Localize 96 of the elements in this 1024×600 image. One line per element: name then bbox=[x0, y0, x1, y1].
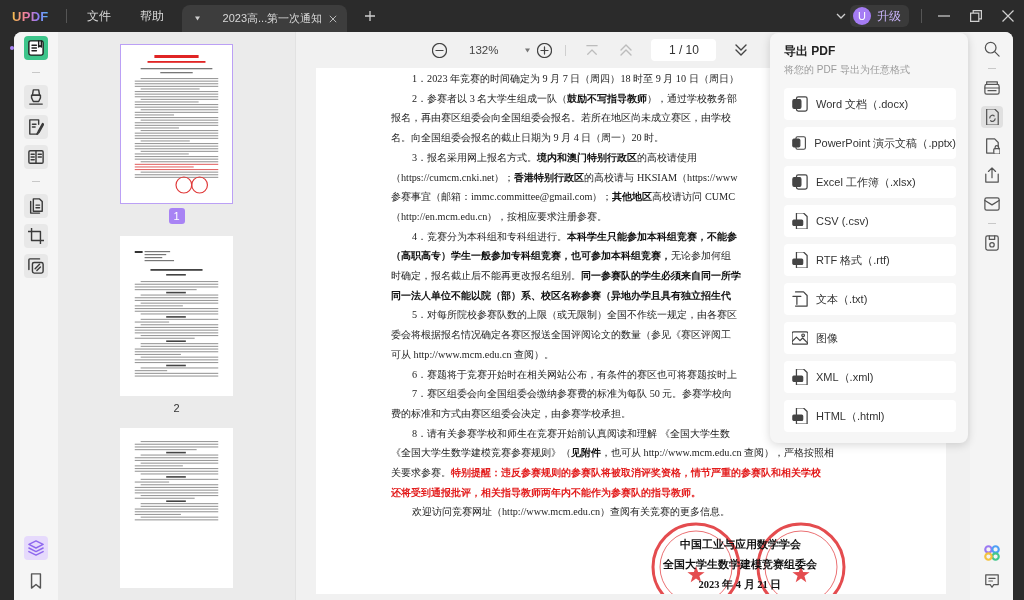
text-line: 7．赛区组委会向全国组委会缴纳参赛费的标准为每队 50 元。参赛学校向 bbox=[411, 387, 733, 402]
zoom-dropdown[interactable]: 132% bbox=[469, 40, 532, 60]
toolbar-button[interactable] bbox=[24, 254, 48, 278]
close-icon[interactable] bbox=[1002, 10, 1014, 22]
image-icon bbox=[792, 330, 808, 346]
export-format-button[interactable]: Word 文档（.docx) bbox=[784, 88, 956, 120]
first-page-icon bbox=[586, 44, 599, 56]
text-line: （http://en.mcm.edu.cn），按相应要求注册参赛。 bbox=[391, 209, 608, 224]
menu-item[interactable]: 文件 bbox=[78, 6, 119, 26]
page-lock-icon bbox=[983, 138, 1000, 154]
text-file-icon bbox=[792, 291, 808, 307]
book-icon bbox=[28, 40, 44, 56]
page-layout-icon bbox=[28, 149, 44, 165]
export-format-button[interactable]: HTML（.html) bbox=[784, 400, 956, 432]
indicator-dot-icon bbox=[10, 46, 14, 50]
zoom-out-button[interactable] bbox=[431, 42, 447, 58]
bookmark-icon bbox=[28, 573, 44, 589]
zoom-in-button[interactable] bbox=[536, 42, 553, 58]
toolbar-button[interactable] bbox=[24, 36, 48, 60]
caret-icon bbox=[193, 16, 201, 21]
avatar-circle: U bbox=[853, 7, 871, 25]
toolbar-button[interactable] bbox=[24, 85, 48, 109]
double-chevron-down-icon bbox=[735, 44, 748, 56]
text-line: 2．参赛者以 3 名大学生组成一队（鼓励不写指导教师），通过学校教务部 bbox=[411, 91, 738, 106]
text-line: 名。向全国组委会报名的截止日期为 9 月 4 日（周一）20 时。 bbox=[391, 131, 665, 146]
text-line: 同一法人单位不能以院（部）系、校区名称参赛（异地办学且具有独立招生代 bbox=[391, 288, 731, 303]
page-thumbnail[interactable] bbox=[120, 236, 233, 396]
share-icon bbox=[983, 167, 1000, 183]
document-tab[interactable]: 2023高...第一次通知 bbox=[181, 5, 347, 32]
text-line: 关要求参赛。特别提醒：违反参赛规则的参赛队将被取消评奖资格，情节严重的参赛队和相关学校 bbox=[391, 466, 821, 481]
app-document-icon bbox=[792, 96, 808, 112]
crop-icon bbox=[28, 228, 44, 244]
app-document-icon bbox=[792, 174, 808, 190]
toolbar-button[interactable] bbox=[24, 194, 48, 218]
text-line: 5．对每所院校参赛队数的上限（或无限制）全国不作统一规定，由各赛区 bbox=[411, 308, 738, 323]
panel-subtitle: 将您的 PDF 导出为任意格式 bbox=[784, 63, 911, 77]
text-line: 可从 http://www.mcm.edu.cn 查阅）。 bbox=[391, 347, 555, 362]
page-stack-icon bbox=[28, 198, 44, 214]
double-chevron-up-icon bbox=[620, 44, 633, 56]
page-convert-icon bbox=[983, 109, 1000, 125]
page-pen-icon bbox=[28, 119, 44, 135]
chevron-down-icon[interactable] bbox=[836, 13, 846, 19]
restore-icon[interactable] bbox=[970, 10, 982, 22]
pages-copy-icon bbox=[28, 258, 44, 274]
file-tag-icon bbox=[792, 252, 808, 268]
text-line: 4．竞赛分为本科组和专科组进行。本科学生只能参加本科组竞赛，不能参 bbox=[411, 229, 738, 244]
file-tag-icon bbox=[792, 213, 808, 229]
export-format-button[interactable]: CSV (.csv) bbox=[784, 205, 956, 237]
file-tag-icon bbox=[792, 369, 808, 385]
text-line: 《全国大学生数学建模竞赛参赛规则》（见附件，也可从 http://www.mcm.edu.cn 查阅），严格按照相 bbox=[391, 446, 835, 461]
export-format-button[interactable]: 图像 bbox=[784, 322, 956, 354]
text-line: 3．报名采用网上报名方式。境内和澳门特别行政区的高校请使用 bbox=[411, 150, 698, 165]
text-line: 报名，再由赛区组委会向全国组委会报名。若所在地区尚未成立赛区，由学校 bbox=[391, 111, 731, 126]
page-number-field[interactable]: 1 / 10 bbox=[651, 39, 717, 61]
export-format-button[interactable]: 文本（.txt) bbox=[784, 283, 956, 315]
text-line: （高职高专）学生一般参加专科组竞赛，也可参加本科组竞赛，无论参加何组 bbox=[391, 249, 731, 264]
text-line: 6．赛题将于竞赛开始时在相关网站公布，有条件的赛区也可将赛题按时上 bbox=[411, 367, 738, 382]
app-document-icon bbox=[792, 135, 807, 151]
export-format-button[interactable]: XML（.xml) bbox=[784, 361, 956, 393]
page-number-label: 2 bbox=[172, 401, 181, 416]
toolbar-button[interactable] bbox=[980, 106, 1003, 128]
menu-item[interactable]: 帮助 bbox=[131, 6, 172, 26]
text-line: 还将受到通报批评，相关指导教师两年内不能作为参赛队的指导教师。 bbox=[391, 485, 701, 500]
caret-icon bbox=[524, 47, 532, 53]
search-icon bbox=[983, 41, 1000, 57]
save-icon bbox=[983, 235, 1000, 251]
export-format-button[interactable]: RTF 格式（.rtf) bbox=[784, 244, 956, 276]
panel-title: 导出 PDF bbox=[784, 43, 837, 59]
scanner-icon bbox=[983, 80, 1000, 96]
zoom-in-icon bbox=[536, 42, 552, 58]
four-petal-icon bbox=[983, 545, 1000, 561]
highlighter-icon bbox=[28, 89, 44, 105]
mail-icon bbox=[983, 196, 1000, 212]
zoom-out-icon bbox=[431, 42, 447, 58]
upgrade-button[interactable]: U 升级 bbox=[850, 5, 909, 27]
text-line: 欢迎访问竞赛网址（http://www.mcm.edu.cn）查阅有关竞赛的更多信息。 bbox=[411, 505, 731, 520]
toolbar-button[interactable] bbox=[24, 224, 48, 248]
text-line: 参赛事宜（邮箱：immc.committee@gmail.com）；其他地区高校请访问 CUMC bbox=[391, 190, 735, 205]
text-line: 时确定，报名截止后不能再更改报名组别。同一参赛队的学生必须来自同一所学 bbox=[391, 269, 741, 284]
text-line: （https://cumcm.cnki.net）；香港特别行政区的高校请与 HKSIAM（https://www bbox=[391, 170, 738, 185]
close-icon[interactable] bbox=[328, 14, 337, 23]
chat-icon bbox=[983, 573, 1000, 589]
layers-icon bbox=[28, 540, 44, 556]
file-tag-icon bbox=[792, 408, 808, 424]
page-thumbnail[interactable] bbox=[120, 44, 233, 204]
text-line: 委会将根据报名情况确定各赛区报送全国评阅论文的数量（参见《赛区评阅工 bbox=[391, 328, 731, 343]
text-line: 费的标准和方式由赛区组委会决定，由参赛学校承担。 bbox=[391, 406, 631, 421]
plus-icon[interactable] bbox=[364, 11, 375, 21]
page-thumbnail[interactable] bbox=[120, 428, 233, 588]
page-number-label: 1 bbox=[168, 208, 185, 224]
toolbar-button[interactable] bbox=[24, 145, 48, 169]
text-line: 8．请有关参赛学校和师生在竞赛开始前认真阅读和理解 《全国大学生数 bbox=[411, 426, 730, 441]
export-format-button[interactable]: Excel 工作簿（.xlsx) bbox=[784, 166, 956, 198]
export-format-button[interactable]: PowerPoint 演示文稿（.pptx) bbox=[784, 127, 956, 159]
text-line: 1．2023 年竞赛的时间确定为 9 月 7 日（周四）18 时至 9 月 10 日（周日） bbox=[411, 72, 739, 86]
toolbar-button[interactable] bbox=[24, 115, 48, 139]
